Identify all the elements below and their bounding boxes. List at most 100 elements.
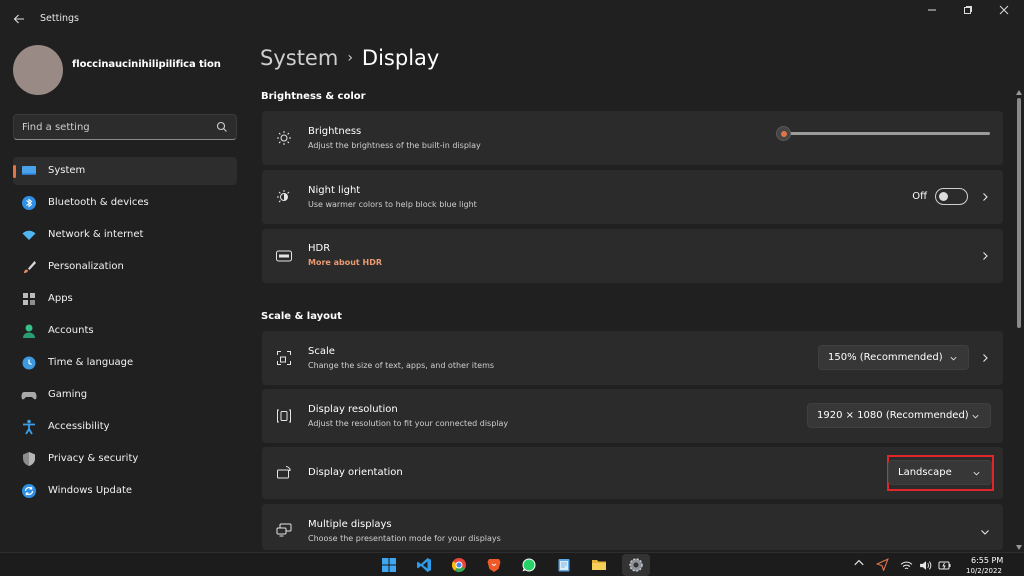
whatsapp-icon[interactable] <box>521 557 537 573</box>
hdr-title: HDR <box>308 243 331 254</box>
apps-icon <box>23 293 35 305</box>
sidebar-item-personalization[interactable]: Personalization <box>13 253 237 281</box>
search-box[interactable] <box>13 114 237 140</box>
scrollbar[interactable] <box>1015 90 1022 550</box>
slider-track[interactable] <box>782 132 990 135</box>
multiple-displays-description: Choose the presentation mode for your di… <box>308 534 501 543</box>
sidebar-item-label: Privacy & security <box>48 453 139 464</box>
volume-icon[interactable] <box>919 559 932 572</box>
sidebar-item-network[interactable]: Network & internet <box>13 221 237 249</box>
display-orientation-card: Display orientation Landscape <box>262 447 1003 499</box>
sidebar-item-apps[interactable]: Apps <box>13 285 237 313</box>
brightness-description: Adjust the brightness of the built-in di… <box>308 141 481 150</box>
close-button[interactable] <box>986 0 1022 28</box>
chevron-right-icon[interactable] <box>980 353 990 363</box>
orientation-icon <box>277 466 291 479</box>
wifi-icon <box>22 230 36 240</box>
more-about-hdr-link[interactable]: More about HDR <box>308 258 382 267</box>
app-title: Settings <box>40 13 79 24</box>
sidebar-item-label: Personalization <box>48 261 124 272</box>
scale-title: Scale <box>308 346 335 357</box>
title-bar: Settings <box>0 0 1024 38</box>
update-icon <box>22 484 36 498</box>
sidebar-item-accounts[interactable]: Accounts <box>13 317 237 345</box>
sidebar-item-label: System <box>48 165 86 176</box>
location-icon[interactable] <box>876 558 889 571</box>
brightness-card: Brightness Adjust the brightness of the … <box>262 111 1003 165</box>
minimize-button[interactable] <box>914 0 950 28</box>
clock-date[interactable]: 10/2/2022 <box>966 567 1002 575</box>
sidebar-item-gaming[interactable]: Gaming <box>13 381 237 409</box>
scroll-down-icon[interactable] <box>1016 545 1022 550</box>
file-explorer-icon[interactable] <box>591 557 607 573</box>
chevron-right-icon[interactable] <box>980 251 990 261</box>
globe-clock-icon <box>22 356 36 370</box>
display-resolution-card: Display resolution Adjust the resolution… <box>262 389 1003 443</box>
restore-button[interactable] <box>950 0 986 28</box>
bluetooth-icon <box>22 196 36 210</box>
chrome-icon[interactable] <box>451 557 467 573</box>
sidebar-item-accessibility[interactable]: Accessibility <box>13 413 237 441</box>
search-input[interactable] <box>22 119 212 135</box>
night-light-icon <box>277 190 290 203</box>
chevron-down-icon <box>972 414 979 419</box>
page-title: Display <box>361 46 440 70</box>
night-light-toggle[interactable] <box>935 188 968 205</box>
display-orientation-value: Landscape <box>898 467 952 478</box>
display-resolution-dropdown[interactable]: 1920 × 1080 (Recommended) <box>807 403 991 428</box>
sidebar-item-bluetooth[interactable]: Bluetooth & devices <box>13 189 237 217</box>
back-arrow-icon <box>13 14 24 24</box>
sidebar-nav: System Bluetooth & devices Network & int… <box>13 157 237 509</box>
scroll-up-icon[interactable] <box>1016 90 1022 95</box>
scale-dropdown[interactable]: 150% (Recommended) <box>818 345 969 370</box>
brave-icon[interactable] <box>486 557 502 573</box>
night-light-title: Night light <box>308 185 361 196</box>
scale-icon <box>277 351 291 365</box>
breadcrumb-parent[interactable]: System <box>260 46 338 70</box>
chevron-down-icon[interactable] <box>980 527 990 537</box>
display-orientation-dropdown[interactable]: Landscape <box>888 460 992 485</box>
settings-icon[interactable] <box>628 557 644 573</box>
back-button[interactable] <box>8 8 30 30</box>
slider-thumb[interactable] <box>776 126 791 141</box>
sidebar-item-label: Accessibility <box>48 421 110 432</box>
chevron-right-icon[interactable] <box>980 192 990 202</box>
sidebar-item-privacy-security[interactable]: Privacy & security <box>13 445 237 473</box>
chevron-down-icon <box>973 471 980 476</box>
scale-dropdown-value: 150% (Recommended) <box>828 352 943 363</box>
wifi-tray-icon[interactable] <box>900 559 913 572</box>
accessibility-icon <box>23 419 35 435</box>
taskbar: 6:55 PM 10/2/2022 <box>0 552 1024 576</box>
night-light-card[interactable]: Night light Use warmer colors to help bl… <box>262 170 1003 224</box>
sidebar-item-windows-update[interactable]: Windows Update <box>13 477 237 505</box>
scroll-thumb[interactable] <box>1017 98 1021 328</box>
sidebar-item-label: Gaming <box>48 389 88 400</box>
close-icon <box>999 5 1009 15</box>
section-title-scale-layout: Scale & layout <box>261 311 342 322</box>
notepad-icon[interactable] <box>556 557 572 573</box>
night-light-description: Use warmer colors to help block blue lig… <box>308 200 477 209</box>
vscode-icon[interactable] <box>416 557 432 573</box>
battery-icon[interactable] <box>938 558 952 572</box>
sun-icon <box>277 131 291 145</box>
multiple-displays-card[interactable]: Multiple displays Choose the presentatio… <box>262 504 1003 550</box>
search-icon[interactable] <box>216 121 228 133</box>
system-icon <box>22 166 36 175</box>
brightness-title: Brightness <box>308 126 362 137</box>
windows-start-icon[interactable] <box>381 557 397 573</box>
multiple-displays-title: Multiple displays <box>308 519 392 530</box>
sidebar-item-system[interactable]: System <box>13 157 237 185</box>
avatar[interactable] <box>13 45 63 95</box>
clock-time[interactable]: 6:55 PM <box>971 556 1003 565</box>
person-icon <box>23 324 35 338</box>
brush-icon <box>24 261 36 273</box>
chevron-down-icon <box>950 356 957 361</box>
restore-icon <box>964 6 972 14</box>
sidebar-item-time-language[interactable]: Time & language <box>13 349 237 377</box>
sidebar-item-label: Time & language <box>48 357 134 368</box>
resolution-icon <box>277 409 291 423</box>
multiple-displays-icon <box>276 523 292 537</box>
brightness-slider[interactable] <box>776 126 990 141</box>
hdr-card[interactable]: HDR More about HDR <box>262 229 1003 283</box>
chevron-up-icon[interactable] <box>853 557 865 569</box>
